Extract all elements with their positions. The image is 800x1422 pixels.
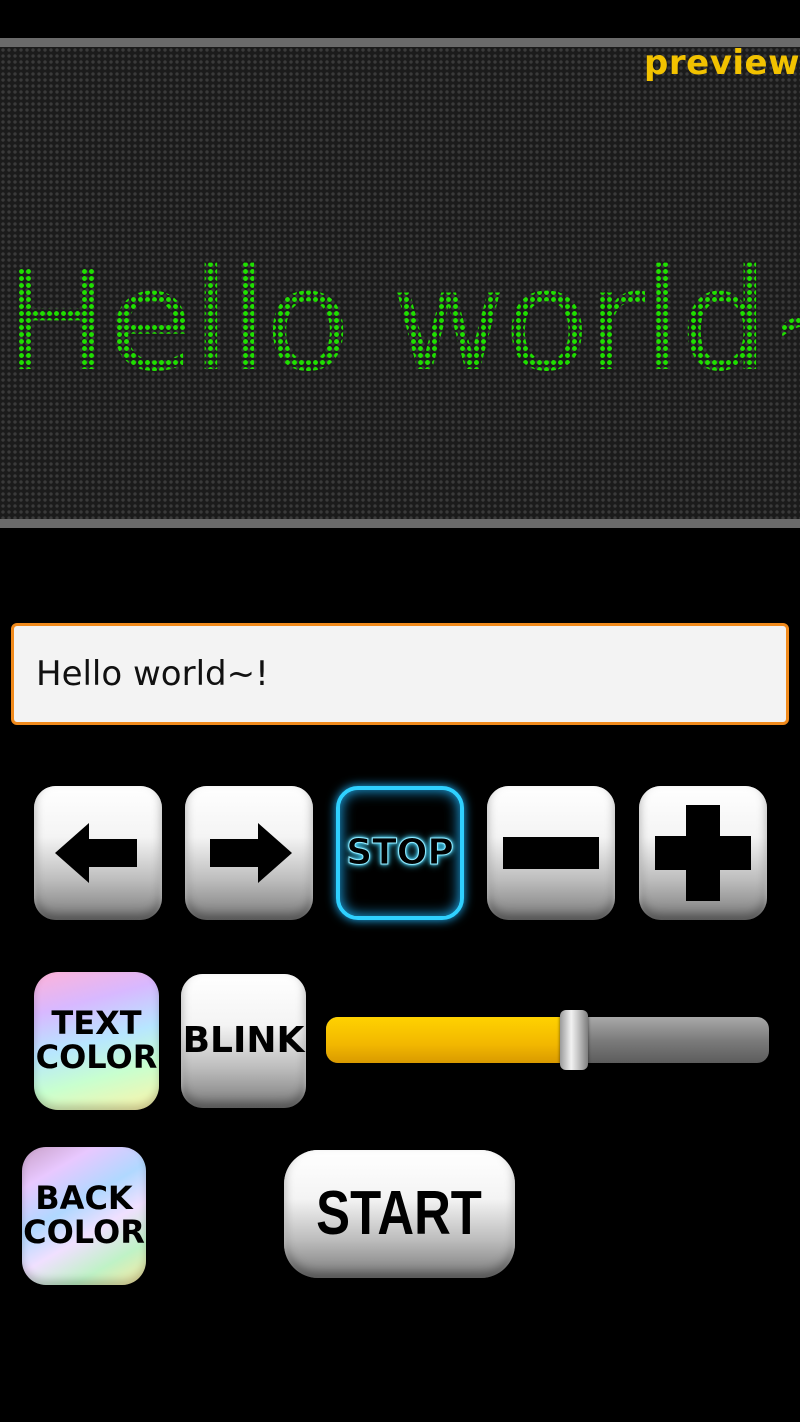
- stop-button[interactable]: STOP: [336, 786, 464, 920]
- led-preview-panel: preview Hello world~!: [0, 38, 800, 528]
- plus-icon: [655, 805, 751, 901]
- minus-icon: [503, 833, 599, 873]
- blink-button-label: BLINK: [182, 1020, 305, 1062]
- size-up-button[interactable]: [639, 786, 767, 920]
- back-color-label: BACK COLOR: [23, 1182, 145, 1249]
- back-color-label-line1: BACK: [35, 1179, 133, 1218]
- led-display-text: Hello world~!: [4, 240, 800, 403]
- speed-slider[interactable]: [326, 1010, 769, 1070]
- slider-thumb[interactable]: [560, 1010, 588, 1070]
- scroll-right-button[interactable]: [185, 786, 313, 920]
- start-button[interactable]: START: [284, 1150, 515, 1278]
- start-button-label: START: [316, 1179, 483, 1249]
- back-color-button[interactable]: BACK COLOR: [22, 1147, 146, 1285]
- text-color-label: TEXT COLOR: [36, 1007, 158, 1074]
- text-color-button[interactable]: TEXT COLOR: [34, 972, 159, 1110]
- scroll-left-button[interactable]: [34, 786, 162, 920]
- message-input[interactable]: [11, 623, 789, 725]
- arrow-left-icon: [55, 823, 141, 883]
- arrow-right-icon: [206, 823, 292, 883]
- screen: preview Hello world~! STOP: [0, 0, 800, 1422]
- back-color-label-line2: COLOR: [23, 1213, 145, 1251]
- text-color-label-line1: TEXT: [51, 1004, 142, 1043]
- preview-label: preview: [644, 43, 800, 83]
- stop-button-label: STOP: [346, 832, 454, 874]
- blink-button[interactable]: BLINK: [181, 974, 306, 1108]
- size-down-button[interactable]: [487, 786, 615, 920]
- text-color-label-line2: COLOR: [35, 1038, 158, 1076]
- slider-fill: [326, 1017, 574, 1063]
